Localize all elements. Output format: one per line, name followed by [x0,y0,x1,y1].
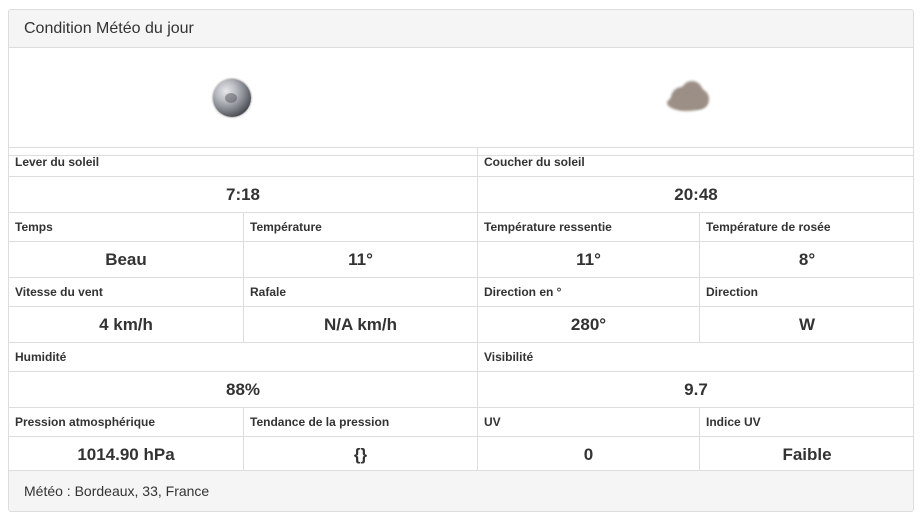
weather-icons-row [9,48,913,156]
moon-icon [213,79,251,117]
gust-value: N/A km/h [243,306,478,343]
uv-label: UV [477,407,700,437]
temperature-label: Température [243,212,478,242]
humidity-value: 88% [9,371,478,408]
pressure-label: Pression atmosphérique [9,407,244,437]
wind-direction-degrees-value: 280° [477,306,700,343]
uv-index-value: Faible [699,436,913,473]
pressure-trend-value: {} [243,436,478,473]
weather-table: Lever du soleil Coucher du soleil 7:18 2… [9,147,913,473]
gust-label: Rafale [243,277,478,307]
feels-like-value: 11° [477,241,700,278]
sunset-value: 20:48 [477,176,913,213]
sunrise-value: 7:18 [9,176,478,213]
temperature-value: 11° [243,241,478,278]
weather-label: Temps [9,212,244,242]
uv-index-label: Indice UV [699,407,913,437]
uv-value: 0 [477,436,700,473]
pressure-value: 1014.90 hPa [9,436,244,473]
wind-speed-value: 4 km/h [9,306,244,343]
dew-point-label: Température de rosée [699,212,913,242]
visibility-value: 9.7 [477,371,913,408]
wind-direction-label: Direction [699,277,913,307]
wind-direction-degrees-label: Direction en ° [477,277,700,307]
wind-direction-value: W [699,306,913,343]
weather-panel: Condition Météo du jour Lever du soleil … [8,9,914,512]
visibility-label: Visibilité [477,342,913,372]
dew-point-value: 8° [699,241,913,278]
wind-speed-label: Vitesse du vent [9,277,244,307]
feels-like-label: Température ressentie [477,212,700,242]
weather-value: Beau [9,241,244,278]
pressure-trend-label: Tendance de la pression [243,407,478,437]
sunrise-label: Lever du soleil [9,147,478,177]
panel-title: Condition Météo du jour [9,10,913,48]
sunset-label: Coucher du soleil [477,147,913,177]
humidity-label: Humidité [9,342,478,372]
panel-footer: Météo : Bordeaux, 33, France [9,470,913,511]
cloud-icon [663,75,711,115]
